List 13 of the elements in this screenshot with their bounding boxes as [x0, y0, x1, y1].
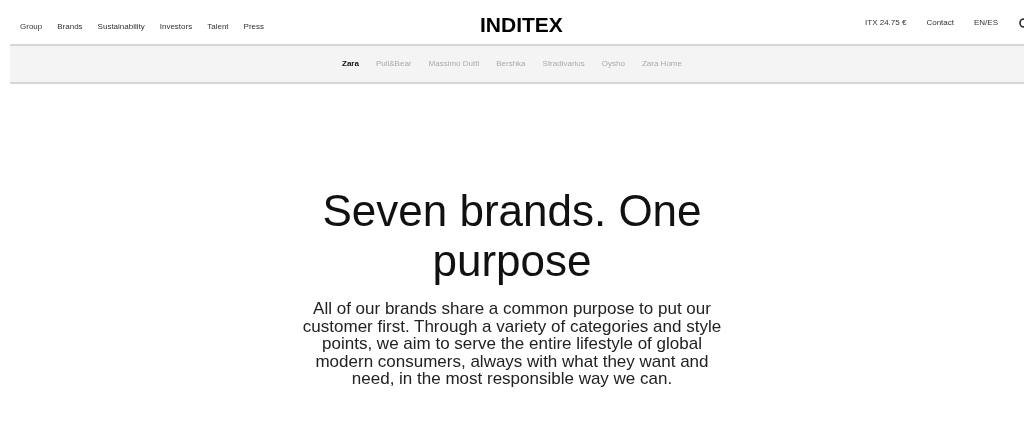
stock-price: ITX 24.75 €	[865, 17, 907, 29]
nav-link[interactable]: Investors	[159, 21, 193, 33]
contact-link[interactable]: Contact	[926, 17, 954, 29]
nav-link[interactable]: Press	[243, 21, 264, 33]
hero-description: All of our brands share a common purpose to put our customer first. Through a variety of categories and style points, we aim to serve the entire lifestyle of global modern consumers, always with what they want and need, in the most responsible way we can.	[301, 300, 723, 388]
nav-link[interactable]: Sustainability	[97, 21, 145, 33]
language-link[interactable]: EN/ES	[974, 17, 998, 29]
logo[interactable]: INDITEX	[480, 14, 563, 35]
nav-link[interactable]: Brands	[57, 21, 83, 33]
brand-tab[interactable]: Zara	[342, 58, 359, 70]
hero-heading: Seven brands. One purpose	[321, 186, 703, 286]
nav-link[interactable]: Talent	[207, 21, 229, 33]
nav-link[interactable]: Group	[20, 21, 43, 33]
